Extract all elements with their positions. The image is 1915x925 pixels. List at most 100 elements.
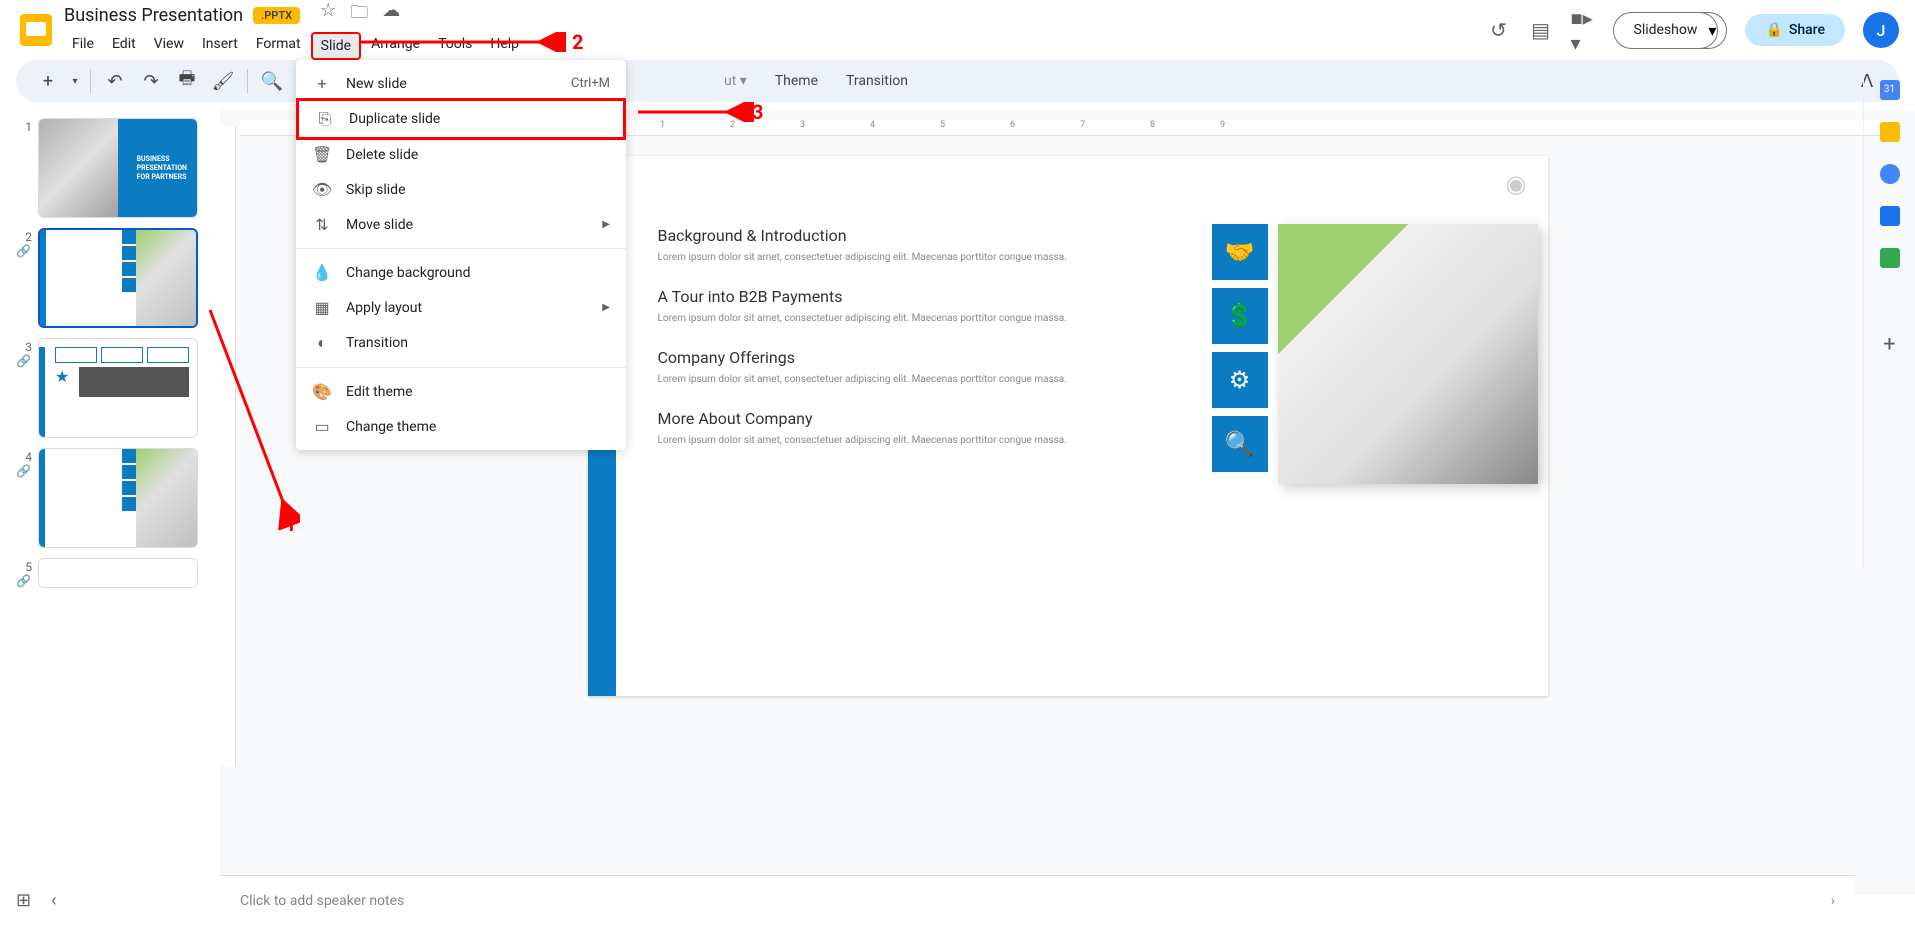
user-avatar[interactable]: J	[1863, 12, 1899, 48]
calendar-icon[interactable]: 31	[1880, 80, 1900, 100]
slideshow-dropdown[interactable]: ▾	[1698, 12, 1727, 49]
transition-icon: ◐	[312, 333, 332, 353]
menu-help[interactable]: Help	[482, 32, 527, 60]
tasks-icon[interactable]	[1880, 164, 1900, 184]
menu-change-theme[interactable]: ▭ Change theme	[296, 409, 626, 444]
filmstrip-footer: ⊞ ‹	[16, 875, 216, 925]
document-title[interactable]: Business Presentation	[64, 5, 243, 26]
add-addon-icon[interactable]: +	[1880, 332, 1900, 352]
layout-button[interactable]: ut ▾	[712, 67, 759, 95]
menu-file[interactable]: File	[64, 32, 102, 60]
menu-move-slide[interactable]: ⇅ Move slide ▶	[296, 207, 626, 242]
new-slide-button[interactable]: +	[32, 65, 64, 97]
slide-number: 2	[16, 228, 32, 244]
agenda-title[interactable]: A Tour into B2B Payments	[658, 287, 1178, 306]
eye-icon: 👁	[312, 180, 332, 199]
handshake-icon: 🤝	[1212, 224, 1268, 280]
transition-button[interactable]: Transition	[834, 67, 920, 95]
theme-button[interactable]: Theme	[763, 67, 830, 95]
slide-number: 1	[16, 118, 32, 134]
cloud-status-icon[interactable]: ☁	[382, 0, 400, 30]
move-arrows-icon: ⇅	[312, 215, 332, 234]
speaker-notes[interactable]: Click to add speaker notes ›	[220, 875, 1855, 925]
agenda-text[interactable]: Lorem ipsum dolor sit amet, consectetuer…	[658, 251, 1178, 265]
move-icon[interactable]: 🗀	[350, 0, 368, 30]
menu-edit[interactable]: Edit	[104, 32, 144, 60]
agenda-item: Background & Introduction Lorem ipsum do…	[658, 226, 1178, 265]
menu-insert[interactable]: Insert	[194, 32, 246, 60]
collapse-filmstrip-icon[interactable]: ‹	[51, 890, 56, 911]
agenda-title[interactable]: Company Offerings	[658, 348, 1178, 367]
money-icon: 💲	[1212, 288, 1268, 344]
shortcut-label: Ctrl+M	[571, 76, 610, 91]
agenda-text[interactable]: Lorem ipsum dolor sit amet, consectetuer…	[658, 373, 1178, 387]
agenda-text[interactable]: Lorem ipsum dolor sit amet, consectetuer…	[658, 434, 1178, 448]
slide-image[interactable]	[1278, 224, 1538, 484]
keep-icon[interactable]	[1880, 122, 1900, 142]
menu-separator	[296, 367, 626, 368]
menubar: File Edit View Insert Format Slide Arran…	[64, 32, 1487, 60]
menu-view[interactable]: View	[146, 32, 192, 60]
menu-arrange[interactable]: Arrange	[363, 32, 428, 60]
menu-edit-theme[interactable]: 🎨 Edit theme	[296, 374, 626, 409]
history-icon[interactable]: ↺	[1487, 18, 1511, 42]
menu-apply-layout[interactable]: ▦ Apply layout ▶	[296, 290, 626, 325]
title-area: Business Presentation .PPTX ☆ 🗀 ☁ File E…	[64, 0, 1487, 60]
zoom-button[interactable]: 🔍	[256, 65, 288, 97]
slide-content: Background & Introduction Lorem ipsum do…	[658, 226, 1178, 470]
header-right: ↺ ▤ ■▸ ▾ Slideshow ▾ 🔒 Share J	[1487, 12, 1899, 49]
gear-hand-icon: ⚙	[1212, 352, 1268, 408]
agenda-title[interactable]: More About Company	[658, 409, 1178, 428]
link-icon: 🔗	[16, 354, 32, 368]
menu-delete-slide[interactable]: 🗑 Delete slide	[296, 137, 626, 172]
redo-button[interactable]: ↷	[135, 65, 167, 97]
menu-transition[interactable]: ◐ Transition	[296, 325, 626, 361]
menu-skip-slide[interactable]: 👁 Skip slide	[296, 172, 626, 207]
trash-icon: 🗑	[312, 145, 332, 164]
link-icon: 🔗	[16, 464, 32, 478]
agenda-item: Company Offerings Lorem ipsum dolor sit …	[658, 348, 1178, 387]
magnifier-icon: 🔍	[1212, 416, 1268, 472]
expand-notes-icon[interactable]: ›	[1831, 893, 1835, 909]
layout-icon: ▦	[312, 298, 332, 317]
slide-thumbnail-2[interactable]	[38, 228, 198, 328]
slide-thumb-row: 2 🔗	[16, 228, 212, 328]
star-icon[interactable]: ☆	[320, 0, 336, 30]
droplet-icon: 💧	[312, 263, 332, 282]
slide-canvas[interactable]: AGENDA ◉ Background & Introduction Lorem…	[588, 156, 1548, 696]
pptx-badge: .PPTX	[253, 7, 300, 24]
theme-icon: ▭	[312, 417, 332, 436]
slide-thumbnail-3[interactable]: ★	[38, 338, 198, 438]
slide-panel[interactable]: 1 BUSINESS PRESENTATION FOR PARTNERS 2 🔗	[0, 110, 220, 895]
new-slide-dropdown[interactable]: ▾	[68, 65, 82, 97]
agenda-text[interactable]: Lorem ipsum dolor sit amet, consectetuer…	[658, 312, 1178, 326]
slide-thumbnail-1[interactable]: BUSINESS PRESENTATION FOR PARTNERS	[38, 118, 198, 218]
menu-tools[interactable]: Tools	[430, 32, 480, 60]
contacts-icon[interactable]	[1880, 206, 1900, 226]
slide-thumbnail-4[interactable]	[38, 448, 198, 548]
maps-icon[interactable]	[1880, 248, 1900, 268]
menu-change-background[interactable]: 💧 Change background	[296, 255, 626, 290]
comments-icon[interactable]: ▤	[1529, 18, 1553, 42]
menu-slide[interactable]: Slide	[311, 32, 361, 60]
menu-new-slide[interactable]: + New slide Ctrl+M	[296, 66, 626, 101]
slide-thumb-row: 5 🔗	[16, 558, 212, 588]
meet-icon[interactable]: ■▸ ▾	[1571, 18, 1595, 42]
menu-format[interactable]: Format	[248, 32, 309, 60]
lock-icon: 🔒	[1765, 22, 1782, 38]
menu-separator	[296, 248, 626, 249]
grid-view-icon[interactable]: ⊞	[16, 890, 31, 911]
slides-logo-icon	[20, 14, 52, 46]
slide-number: 5	[16, 558, 32, 574]
undo-button[interactable]: ↶	[99, 65, 131, 97]
agenda-title[interactable]: Background & Introduction	[658, 226, 1178, 245]
print-button[interactable]: 🖶	[171, 65, 203, 97]
app-logo[interactable]	[16, 10, 56, 50]
plus-icon: +	[312, 74, 332, 93]
menu-duplicate-slide[interactable]: ⎘ Duplicate slide	[296, 98, 626, 140]
paint-format-button[interactable]: 🖌	[207, 65, 239, 97]
slide-thumbnail-5[interactable]	[38, 558, 198, 588]
share-button[interactable]: 🔒 Share	[1745, 14, 1845, 46]
right-side-panel: 31 +	[1863, 70, 1915, 570]
agenda-item: A Tour into B2B Payments Lorem ipsum dol…	[658, 287, 1178, 326]
